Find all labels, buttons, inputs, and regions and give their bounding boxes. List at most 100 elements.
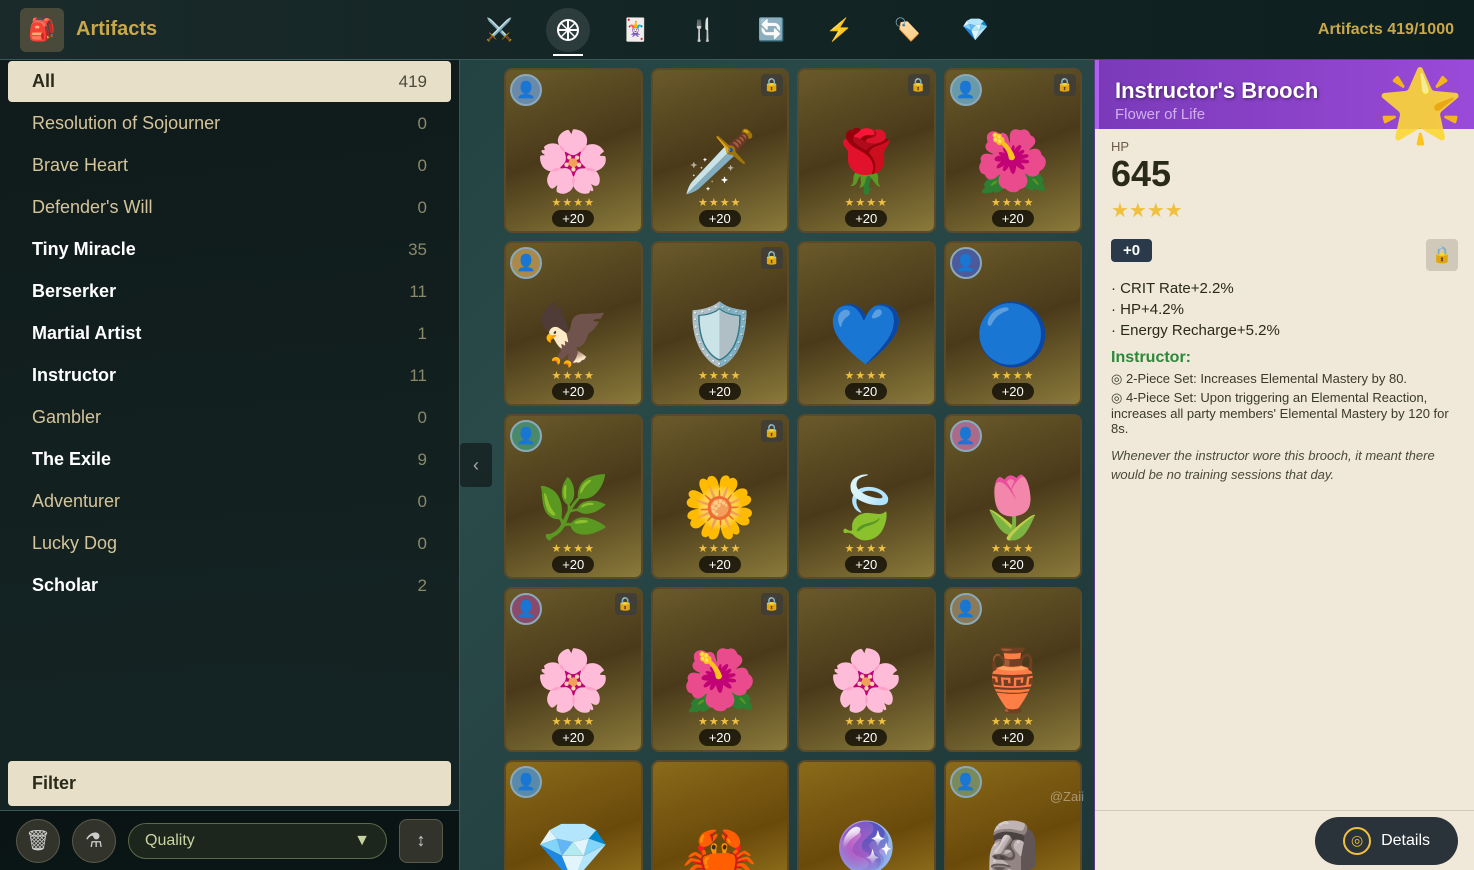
back-arrow-button[interactable]: ‹ — [460, 443, 492, 487]
artifact-card[interactable]: 🌼 ★★★★ 🔒+20 — [651, 414, 790, 579]
sort-button[interactable]: ↕ — [399, 819, 443, 863]
artifact-emoji: 🌹 — [829, 132, 904, 192]
nav-artifacts[interactable] — [546, 8, 590, 52]
artifact-emoji: 🏺 — [975, 651, 1050, 711]
artifact-emoji: 🌸 — [536, 132, 611, 192]
artifact-lock-icon: 🔒 — [761, 247, 783, 269]
sidebar-item[interactable]: Brave Heart 0 — [8, 145, 451, 186]
artifact-card[interactable]: 🌺 ★★★★ 🔒+20 — [651, 587, 790, 752]
detail-lock-button[interactable]: 🔒 — [1426, 239, 1458, 271]
sidebar-item-name: Berserker — [32, 281, 116, 302]
sidebar-item[interactable]: Lucky Dog 0 — [8, 523, 451, 564]
detail-substat: · HP+4.2% — [1111, 301, 1458, 318]
artifact-stars: ★★★★ — [845, 196, 888, 209]
artifact-level: +20 — [992, 383, 1034, 400]
artifact-card[interactable]: 🗿 ★★★★ 👤+20 — [944, 760, 1083, 870]
artifact-emoji: 🛡️ — [682, 305, 757, 365]
sidebar-scroll: All 419 Resolution of Sojourner 0 Brave … — [0, 60, 459, 757]
artifact-card[interactable]: 🌸 ★★★★ +20 — [797, 587, 936, 752]
nav-materials[interactable]: 🔄 — [750, 8, 794, 52]
grid-area: 🌸 ★★★★ 👤+20 🗡️ ★★★★ 🔒+20 🌹 ★★★★ 🔒+20 🌺 ★… — [492, 60, 1094, 870]
artifact-card[interactable]: 🌸 ★★★★ 👤🔒+20 — [504, 587, 643, 752]
detail-lore: Whenever the instructor wore this brooch… — [1111, 446, 1458, 485]
detail-substat: · CRIT Rate+2.2% — [1111, 280, 1458, 297]
sidebar-item[interactable]: Gambler 0 — [8, 397, 451, 438]
artifact-stars: ★★★★ — [698, 369, 741, 382]
detail-set-name: Instructor: — [1111, 349, 1458, 367]
artifact-card[interactable]: 🌸 ★★★★ 👤+20 — [504, 68, 643, 233]
artifact-avatar: 👤 — [510, 766, 542, 798]
sidebar-item-name: The Exile — [32, 449, 111, 470]
artifact-level: +20 — [845, 210, 887, 227]
artifact-card[interactable]: 🏺 ★★★★ 👤+20 — [944, 587, 1083, 752]
top-nav: ⚔️ 🃏 🍴 🔄 ⚡ 🏷️ 💎 — [157, 8, 1318, 52]
nav-precious[interactable]: 💎 — [954, 8, 998, 52]
sidebar-item[interactable]: Adventurer 0 — [8, 481, 451, 522]
artifact-emoji: 🌼 — [682, 478, 757, 538]
artifact-stars: ★★★★ — [991, 542, 1034, 555]
artifact-emoji: 💎 — [536, 824, 611, 870]
nav-quest[interactable]: 🏷️ — [886, 8, 930, 52]
artifact-card[interactable]: 🗡️ ★★★★ 🔒+20 — [651, 68, 790, 233]
artifact-level: +20 — [552, 210, 594, 227]
artifact-stars: ★★★★ — [845, 369, 888, 382]
artifact-card[interactable]: 🛡️ ★★★★ 🔒 +20 — [651, 241, 790, 406]
sidebar-item[interactable]: The Exile 9 — [8, 439, 451, 480]
artifact-level: +20 — [845, 556, 887, 573]
artifact-avatar: 👤 — [950, 420, 982, 452]
sidebar-item-count: 2 — [418, 576, 427, 596]
artifact-emoji: 🌸 — [829, 651, 904, 711]
artifact-card[interactable]: 🌹 ★★★★ 🔒 +20 — [797, 68, 936, 233]
artifact-stars: ★★★★ — [698, 715, 741, 728]
nav-gadgets[interactable]: ⚡ — [818, 8, 862, 52]
sidebar-item[interactable]: Resolution of Sojourner 0 — [8, 103, 451, 144]
artifact-level: +20 — [992, 729, 1034, 746]
sidebar-filter-button[interactable]: Filter — [8, 761, 451, 806]
sidebar-item[interactable]: Berserker 11 — [8, 271, 451, 312]
nav-food[interactable]: 🍴 — [682, 8, 726, 52]
artifact-stars: ★★★★ — [552, 715, 595, 728]
sidebar-item[interactable]: All 419 — [8, 61, 451, 102]
artifact-card[interactable]: 💙 ★★★★ +20 — [797, 241, 936, 406]
artifact-avatar: 👤 — [510, 420, 542, 452]
artifact-level: +20 — [699, 556, 741, 573]
quality-dropdown[interactable]: Quality ▼ — [128, 823, 387, 859]
details-button[interactable]: ◎ Details — [1315, 817, 1458, 865]
artifact-lock-icon: 🔒 — [908, 74, 930, 96]
artifact-avatar: 👤 — [950, 247, 982, 279]
nav-weapons[interactable]: ⚔️ — [478, 8, 522, 52]
artifact-level: +20 — [845, 383, 887, 400]
sidebar-item-name: Adventurer — [32, 491, 120, 512]
artifact-card[interactable]: 🔮 ★★★★ +20 — [797, 760, 936, 870]
sidebar-item[interactable]: Tiny Miracle 35 — [8, 229, 451, 270]
artifact-level: +20 — [699, 383, 741, 400]
sidebar-item-name: All — [32, 71, 55, 92]
artifact-card[interactable]: 🦀 ★★★★ +20 — [651, 760, 790, 870]
artifact-card[interactable]: 🌷 ★★★★ 👤+20 — [944, 414, 1083, 579]
sidebar-item-name: Defender's Will — [32, 197, 152, 218]
artifact-card[interactable]: 🌿 ★★★★ 👤+20 — [504, 414, 643, 579]
sidebar-item[interactable]: Instructor 11 — [8, 355, 451, 396]
bottom-bar: 🗑 ⚗ Quality ▼ ↕ — [0, 810, 459, 870]
artifact-stars: ★★★★ — [552, 369, 595, 382]
nav-cards[interactable]: 🃏 — [614, 8, 658, 52]
artifact-emoji: 🗿 — [975, 824, 1050, 870]
artifact-level: +20 — [552, 383, 594, 400]
chevron-down-icon: ▼ — [354, 832, 370, 850]
sidebar-item[interactable]: Martial Artist 1 — [8, 313, 451, 354]
bag-icon: 🎒 — [20, 8, 64, 52]
artifact-card[interactable]: 🍃 ★★★★ +20 — [797, 414, 936, 579]
artifact-card[interactable]: 🔵 ★★★★ 👤+20 — [944, 241, 1083, 406]
filter-button[interactable]: ⚗ — [72, 819, 116, 863]
artifact-card[interactable]: 🌺 ★★★★ 👤🔒+20 — [944, 68, 1083, 233]
sidebar-item[interactable]: Scholar 2 — [8, 565, 451, 606]
artifact-level: +20 — [699, 210, 741, 227]
sidebar-item[interactable]: Defender's Will 0 — [8, 187, 451, 228]
delete-button[interactable]: 🗑 — [16, 819, 60, 863]
artifact-card[interactable]: 🦅 ★★★★ 👤+20 — [504, 241, 643, 406]
artifact-stars: ★★★★ — [552, 196, 595, 209]
artifact-lock-icon: 🔒 — [761, 420, 783, 442]
sidebar-item-name: Gambler — [32, 407, 101, 428]
artifact-emoji: 🗡️ — [682, 132, 757, 192]
artifact-card[interactable]: 💎 ★★★★ 👤+20 — [504, 760, 643, 870]
